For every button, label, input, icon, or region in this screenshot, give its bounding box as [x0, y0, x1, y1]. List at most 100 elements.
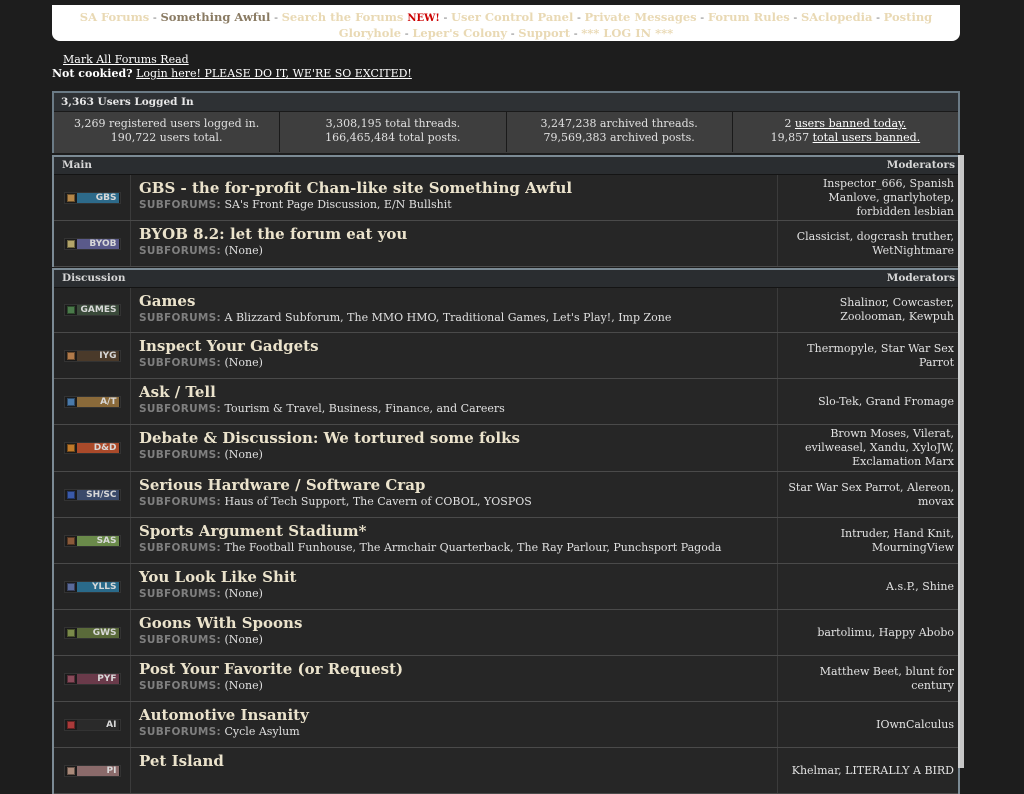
forum-title-link[interactable]: GBS - the for-profit Chan-like site Some… [139, 179, 777, 197]
forum-icon-cell[interactable]: PI [54, 748, 131, 793]
subforums-label: SUBFORUMS: [139, 312, 222, 324]
users-banned-today-link[interactable]: users banned today. [795, 117, 906, 130]
subforums-list[interactable]: (None) [225, 587, 263, 600]
forum-row: GBS GBS - the for-profit Chan-like site S… [54, 175, 958, 221]
moderators-cell: Thermopyle, Star War Sex Parrot [778, 333, 958, 378]
forum-tag-icon[interactable]: GAMES [63, 304, 121, 316]
moderators-list[interactable]: IOwnCalculus [876, 718, 954, 732]
subforums-list[interactable]: (None) [225, 679, 263, 692]
section-title[interactable]: Main [62, 157, 92, 174]
nav-link-support[interactable]: Support [518, 26, 570, 40]
forum-icon-cell[interactable]: D&D [54, 425, 131, 471]
subforums-list[interactable]: The Football Funhouse, The Armchair Quar… [225, 541, 722, 554]
nav-link-leper-s-colony[interactable]: Leper's Colony [412, 26, 507, 40]
forum-title-link[interactable]: Ask / Tell [139, 383, 777, 401]
moderators-list[interactable]: A.s.P., Shine [886, 580, 954, 594]
forum-icon-cell[interactable]: GWS [54, 610, 131, 655]
nav-separator: - [270, 10, 282, 24]
forum-title-link[interactable]: Goons With Spoons [139, 614, 777, 632]
forum-tag-icon[interactable]: YLLS [63, 580, 121, 593]
forum-title-cell: You Look Like Shit SUBFORUMS: (None) [131, 564, 778, 609]
moderators-list[interactable]: Inspector_666, Spanish Manlove, gnarlyho… [778, 177, 954, 219]
forum-color-swatch [66, 628, 75, 637]
forum-tag-icon[interactable]: AI [63, 718, 121, 731]
section-title[interactable]: Discussion [62, 270, 125, 287]
forum-row: A/T Ask / Tell SUBFORUMS: Tourism & Travel… [54, 379, 958, 425]
forum-icon-cell[interactable]: GAMES [54, 288, 131, 332]
users-logged-in-header: 3,363 Users Logged In [54, 93, 958, 112]
moderators-list[interactable]: Slo-Tek, Grand Fromage [818, 395, 954, 409]
forum-title-link[interactable]: Pet Island [139, 752, 777, 770]
nav-link-something-awful[interactable]: Something Awful [160, 10, 270, 24]
forum-color-swatch [66, 490, 75, 499]
forum-title-cell: Goons With Spoons SUBFORUMS: (None) [131, 610, 778, 655]
forum-icon-cell[interactable]: PYF [54, 656, 131, 701]
forum-tag-icon[interactable]: SAS [63, 534, 121, 547]
forum-icon-cell[interactable]: BYOB [54, 221, 131, 266]
forum-title-link[interactable]: BYOB 8.2: let the forum eat you [139, 225, 777, 243]
forum-title-link[interactable]: You Look Like Shit [139, 568, 777, 586]
subforums-list[interactable]: Cycle Asylum [225, 725, 300, 738]
forum-title-cell: Serious Hardware / Software Crap SUBFORUM… [131, 472, 778, 517]
total-users-banned-link[interactable]: total users banned. [813, 131, 921, 144]
forum-icon-cell[interactable]: GBS [54, 175, 131, 220]
mark-all-forums-read-link[interactable]: Mark All Forums Read [63, 53, 189, 66]
subforums-list[interactable]: (None) [225, 356, 263, 369]
nav-link-saclopedia[interactable]: SAclopedia [801, 10, 873, 24]
subforums-list[interactable]: A Blizzard Subforum, The MMO HMO, Tradit… [225, 311, 672, 324]
nav-link-private-messages[interactable]: Private Messages [585, 10, 697, 24]
forum-icon-cell[interactable]: AI [54, 702, 131, 747]
forum-tag-icon[interactable]: D&D [63, 442, 121, 454]
forum-icon-cell[interactable]: SH/SC [54, 472, 131, 517]
nav-separator: - [872, 10, 884, 24]
moderators-list[interactable]: Thermopyle, Star War Sex Parrot [778, 342, 954, 370]
moderators-list[interactable]: Intruder, Hand Knit, MourningView [778, 527, 954, 555]
forum-title-link[interactable]: Automotive Insanity [139, 706, 777, 724]
moderators-list[interactable]: Khelmar, LITERALLY A BIRD [792, 764, 954, 778]
forum-row: D&D Debate & Discussion: We tortured some… [54, 425, 958, 472]
forum-title-link[interactable]: Inspect Your Gadgets [139, 337, 777, 355]
forum-icon-cell[interactable]: A/T [54, 379, 131, 424]
forum-title-cell: Automotive Insanity SUBFORUMS: Cycle Asyl… [131, 702, 778, 747]
subforums-list[interactable]: Haus of Tech Support, The Cavern of COBO… [225, 495, 532, 508]
nav-link-search-the-forums[interactable]: Search the Forums [282, 10, 404, 24]
nav-link-log-in[interactable]: *** LOG IN *** [581, 26, 673, 40]
login-link[interactable]: Login here! PLEASE DO IT, WE'RE SO EXCIT… [136, 67, 412, 80]
forum-icon-cell[interactable]: IYG [54, 333, 131, 378]
forum-title-link[interactable]: Games [139, 292, 777, 310]
section-header: Discussion Moderators [54, 268, 958, 288]
forum-tag-icon[interactable]: GBS [63, 191, 121, 204]
section-header: Main Moderators [54, 155, 958, 175]
subforums-list[interactable]: Tourism & Travel, Business, Finance, and… [225, 402, 505, 415]
forum-tag-icon[interactable]: PYF [63, 672, 121, 685]
nav-link-forum-rules[interactable]: Forum Rules [708, 10, 790, 24]
forum-title-link[interactable]: Sports Argument Stadium* [139, 522, 777, 540]
forum-title-link[interactable]: Serious Hardware / Software Crap [139, 476, 777, 494]
forum-title-link[interactable]: Post Your Favorite (or Request) [139, 660, 777, 678]
forum-tag-icon[interactable]: PI [63, 764, 121, 777]
moderators-list[interactable]: Matthew Beet, blunt for century [778, 665, 954, 693]
forum-icon-cell[interactable]: YLLS [54, 564, 131, 609]
subforums-list[interactable]: (None) [225, 244, 263, 257]
moderators-list[interactable]: Star War Sex Parrot, Alereon, movax [778, 481, 954, 509]
nav-link-user-control-panel[interactable]: User Control Panel [451, 10, 573, 24]
forum-tag-icon[interactable]: BYOB [63, 237, 121, 250]
forum-tag-icon[interactable]: A/T [63, 395, 121, 408]
forum-title-link[interactable]: Debate & Discussion: We tortured some fo… [139, 429, 777, 447]
subforums-list[interactable]: (None) [225, 448, 263, 461]
nav-link-sa-forums[interactable]: SA Forums [80, 10, 150, 24]
subforums-list[interactable]: SA's Front Page Discussion, E/N Bullshit [225, 198, 452, 211]
forum-row: GAMES Games SUBFORUMS: A Blizzard Subforum… [54, 288, 958, 333]
moderators-list[interactable]: Brown Moses, Vilerat, evilweasel, Xandu,… [778, 427, 954, 469]
forum-tag-icon[interactable]: IYG [63, 349, 121, 362]
forum-tag-icon[interactable]: SH/SC [63, 488, 121, 501]
moderators-list[interactable]: Shalinor, Cowcaster, Zoolooman, Kewpuh [778, 296, 954, 324]
nav-separator: - [570, 26, 582, 40]
subforums-list[interactable]: (None) [225, 633, 263, 646]
moderators-list[interactable]: Classicist, dogcrash truther, WetNightma… [778, 230, 954, 258]
forum-title-cell: Sports Argument Stadium* SUBFORUMS: The F… [131, 518, 778, 563]
moderators-list[interactable]: bartolimu, Happy Abobo [817, 626, 954, 640]
forum-row: SH/SC Serious Hardware / Software Crap SUB… [54, 472, 958, 518]
forum-icon-cell[interactable]: SAS [54, 518, 131, 563]
forum-tag-icon[interactable]: GWS [63, 626, 121, 639]
